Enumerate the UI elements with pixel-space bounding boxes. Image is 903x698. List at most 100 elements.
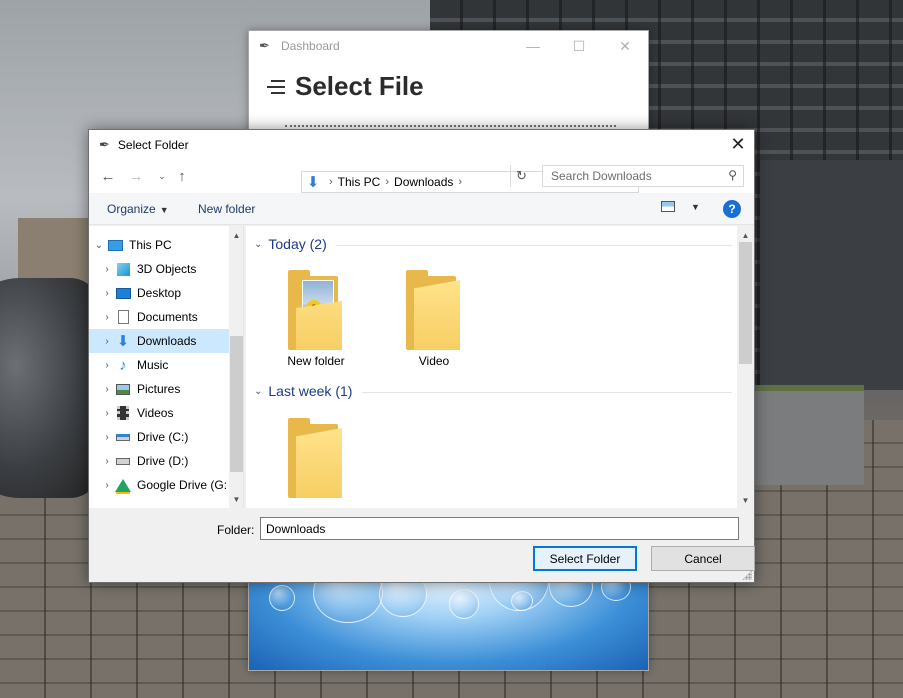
search-input[interactable] <box>543 166 713 186</box>
chevron-right-icon[interactable]: › <box>101 336 113 347</box>
sidebar-item-drive-c[interactable]: › Drive (C:) <box>89 425 229 449</box>
breadcrumb-downloads[interactable]: Downloads <box>394 175 453 189</box>
chevron-right-icon[interactable]: › <box>101 384 113 395</box>
group-divider <box>362 392 732 393</box>
up-arrow-icon[interactable]: ↑ <box>171 165 193 187</box>
chevron-right-icon[interactable]: › <box>101 432 113 443</box>
sidebar-item-downloads[interactable]: › ⬇ Downloads <box>89 329 229 353</box>
file-list-pane: ⌄ Today (2) New folder Video ⌄ Last week… <box>246 226 754 508</box>
download-icon: ⬇ <box>116 333 130 350</box>
sidebar-item-label: Documents <box>137 310 198 324</box>
chevron-down-icon[interactable]: ⌄ <box>254 239 262 250</box>
content-scrollbar-thumb[interactable] <box>739 242 752 364</box>
breadcrumb-this-pc[interactable]: This PC <box>338 175 381 189</box>
breadcrumb-separator: › <box>329 176 333 188</box>
folder-name: Video <box>418 354 450 368</box>
refresh-icon[interactable]: ↻ <box>510 165 532 187</box>
resize-grip-icon[interactable] <box>742 570 752 580</box>
group-divider <box>336 245 732 246</box>
navigation-bar: ← → ⌄ ↑ ⬇ › This PC › Downloads › ⌄ ↻ ⚲ <box>89 159 754 193</box>
drive-icon <box>115 453 131 469</box>
sidebar-scrollbar-thumb[interactable] <box>230 336 243 472</box>
scroll-down-arrow-icon[interactable]: ▼ <box>229 492 243 506</box>
close-button[interactable]: ✕ <box>602 31 648 61</box>
sidebar-item-drive-d[interactable]: › Drive (D:) <box>89 449 229 473</box>
sidebar-item-label: Downloads <box>137 334 197 348</box>
chevron-right-icon[interactable]: › <box>101 360 113 371</box>
music-note-icon: ♪ <box>119 356 127 374</box>
sidebar-item-desktop[interactable]: › Desktop <box>89 281 229 305</box>
folder-item-video[interactable]: Video <box>384 270 484 368</box>
breadcrumb-separator: › <box>385 176 390 188</box>
select-folder-button[interactable]: Select Folder <box>533 546 637 571</box>
dashboard-title: Dashboard <box>281 39 340 53</box>
page-title: Select File <box>295 71 424 101</box>
scroll-up-arrow-icon[interactable]: ▲ <box>229 228 243 242</box>
hamburger-menu-icon[interactable] <box>267 79 285 95</box>
caret-down-icon: ▼ <box>691 201 700 212</box>
feather-icon: ✒ <box>99 136 110 152</box>
sidebar-item-documents[interactable]: › Documents <box>89 305 229 329</box>
search-box[interactable]: ⚲ <box>542 165 744 187</box>
recent-locations-chevron-icon[interactable]: ⌄ <box>151 165 173 187</box>
scroll-down-arrow-icon[interactable]: ▼ <box>737 492 754 508</box>
car <box>0 278 100 498</box>
dotted-divider <box>285 125 616 127</box>
caret-down-icon: ▼ <box>159 205 169 215</box>
dialog-titlebar: ✒ Select Folder ✕ <box>89 130 754 159</box>
forward-arrow-icon[interactable]: → <box>125 165 147 187</box>
document-icon <box>115 309 131 325</box>
group-header-today[interactable]: ⌄ Today (2) <box>254 236 327 252</box>
help-icon[interactable]: ? <box>723 200 741 218</box>
chevron-right-icon[interactable]: › <box>101 312 113 323</box>
folder-label: Folder: <box>217 523 255 537</box>
film-icon <box>115 405 131 421</box>
chevron-right-icon[interactable]: › <box>101 288 113 299</box>
computer-icon <box>107 237 123 253</box>
sidebar-item-pictures[interactable]: › Pictures <box>89 377 229 401</box>
new-folder-button[interactable]: New folder <box>198 202 255 216</box>
chevron-right-icon[interactable]: › <box>101 264 113 275</box>
sidebar-item-this-pc[interactable]: ⌄ This PC <box>89 233 229 257</box>
chevron-right-icon[interactable]: › <box>101 408 113 419</box>
sidebar-item-google-drive[interactable]: › Google Drive (G: <box>89 473 229 497</box>
group-header-last-week[interactable]: ⌄ Last week (1) <box>254 383 352 399</box>
folder-icon <box>406 270 462 350</box>
download-icon: ⬇ <box>306 174 320 191</box>
dashboard-header: Select File <box>267 71 424 102</box>
scroll-up-arrow-icon[interactable]: ▲ <box>737 227 754 243</box>
navigation-pane: ⌄ This PC › 3D Objects › Desktop › Docum… <box>89 226 244 508</box>
back-arrow-icon[interactable]: ← <box>97 165 119 187</box>
cancel-button[interactable]: Cancel <box>651 546 755 571</box>
folder-item-last-week[interactable] <box>266 418 366 502</box>
water-bubbles-image <box>249 581 648 670</box>
folder-name-input[interactable] <box>260 517 739 540</box>
chevron-right-icon[interactable]: › <box>101 456 113 467</box>
group-header-label: Today (2) <box>268 236 327 252</box>
desktop-icon <box>115 285 131 301</box>
sidebar-item-label: Pictures <box>137 382 181 396</box>
address-bar[interactable]: ⬇ › This PC › Downloads › ⌄ <box>195 165 639 193</box>
sidebar-item-label: Drive (C:) <box>137 430 189 444</box>
chevron-down-icon[interactable]: ⌄ <box>93 240 105 251</box>
organize-menu[interactable]: Organize ▼ <box>107 202 169 216</box>
sidebar-item-label: Drive (D:) <box>137 454 189 468</box>
sidebar-item-label: Videos <box>137 406 174 420</box>
maximize-button[interactable]: ☐ <box>556 31 602 61</box>
breadcrumb-separator: › <box>458 176 463 188</box>
sidebar-item-music[interactable]: › ♪ Music <box>89 353 229 377</box>
dialog-title: Select Folder <box>117 137 189 152</box>
search-icon[interactable]: ⚲ <box>728 168 737 182</box>
cube-icon <box>115 261 131 277</box>
chevron-right-icon[interactable]: › <box>101 480 113 491</box>
sidebar-item-videos[interactable]: › Videos <box>89 401 229 425</box>
change-view-button[interactable]: ▼ <box>661 201 700 212</box>
close-button[interactable]: ✕ <box>722 130 754 159</box>
sidebar-item-3d-objects[interactable]: › 3D Objects <box>89 257 229 281</box>
folder-icon <box>288 418 344 498</box>
planter <box>754 385 864 485</box>
feather-icon: ✒ <box>259 38 270 53</box>
minimize-button[interactable]: — <box>510 31 556 61</box>
folder-item-new-folder[interactable]: New folder <box>266 270 366 368</box>
chevron-down-icon[interactable]: ⌄ <box>254 386 262 397</box>
